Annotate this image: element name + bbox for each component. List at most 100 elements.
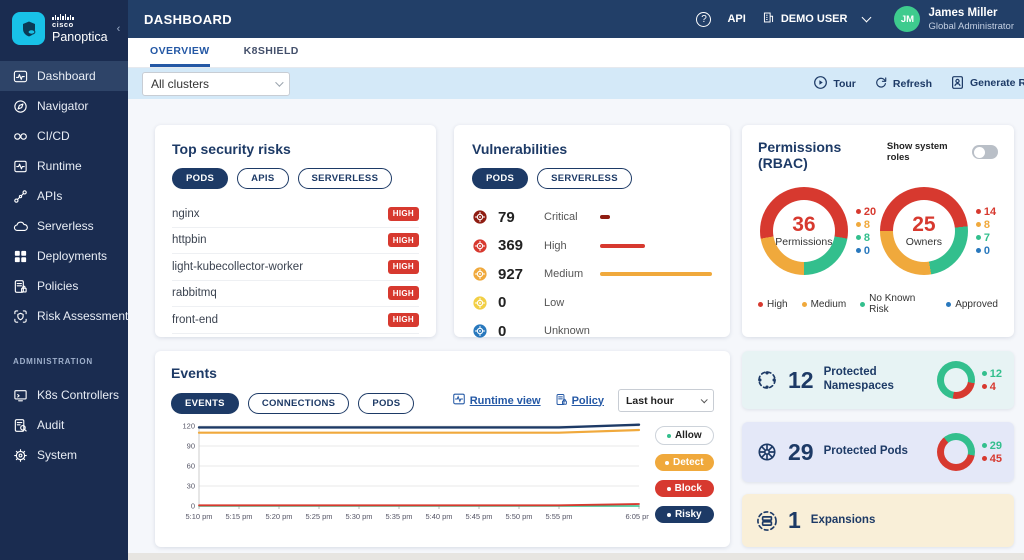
vulnerability-bar — [600, 272, 712, 277]
owners-donut-chart[interactable]: 25 Owners — [879, 187, 968, 275]
stat-value: 29 — [788, 438, 814, 465]
runtime-view-label: Runtime view — [469, 394, 541, 407]
sidebar-item-navigator[interactable]: Navigator — [0, 91, 128, 121]
risk-name: light-kubecollector-worker — [172, 260, 304, 273]
vulnerability-row[interactable]: 369 High — [472, 232, 712, 261]
events-legend-risky[interactable]: Risky — [655, 506, 714, 523]
sidebar-nav-admin: K8s Controllers Audit System — [0, 380, 128, 470]
sidebar-item-audit[interactable]: Audit — [0, 410, 128, 440]
legend-value: 8 — [855, 232, 876, 244]
vulns-tab-serverless[interactable]: SERVERLESS — [537, 168, 632, 189]
refresh-label: Refresh — [892, 77, 932, 90]
events-tab-connections[interactable]: CONNECTIONS — [247, 393, 350, 414]
events-line-chart: 0 30 60 90 120 5:10 pm 5:15 pm 5:20 pm 5:25 pm 5:… — [171, 418, 652, 535]
sidebar-item-label: Serverless — [37, 219, 94, 233]
tenant-selector[interactable]: DEMO USER — [762, 11, 875, 27]
policy-link[interactable]: Policy — [555, 393, 604, 409]
sidebar-nav: Dashboard Navigator CI/CD Runtime APIs Server… — [0, 61, 128, 331]
events-legend-block[interactable]: Block — [655, 480, 714, 497]
sidebar-item-deployments[interactable]: Deployments — [0, 241, 128, 271]
system-icon — [13, 448, 28, 463]
risk-row[interactable]: light-kubecollector-worker HIGH — [172, 254, 419, 281]
sidebar-item-label: Runtime — [37, 159, 82, 173]
risk-name: rabbitmq — [172, 287, 217, 300]
sidebar-item-label: System — [37, 448, 78, 462]
vulnerability-row[interactable]: 79 Critical — [472, 203, 712, 232]
tour-button[interactable]: Tour — [813, 75, 856, 93]
sidebar-item-label: CI/CD — [37, 129, 70, 143]
sidebar: cisco Panoptica ‹ Dashboard Navigator CI/C… — [0, 0, 128, 560]
vulnerability-count: 369 — [498, 237, 524, 255]
sidebar-item-label: Risk Assessment — [37, 309, 129, 323]
sidebar-item-ci-cd[interactable]: CI/CD — [0, 121, 128, 151]
tab-k8shield[interactable]: K8SHIELD — [244, 38, 299, 67]
sidebar-collapse-icon[interactable]: ‹ — [117, 23, 121, 35]
risk-name: nginx — [172, 207, 200, 220]
sidebar-item-system[interactable]: System — [0, 440, 128, 470]
audit-icon — [13, 418, 28, 433]
events-legend-allow[interactable]: Allow — [655, 426, 714, 445]
risks-tab-pods[interactable]: PODS — [172, 168, 229, 189]
runtime-view-link[interactable]: Runtime view — [452, 392, 541, 409]
user-menu[interactable]: JM James Miller Global Administrator — [890, 6, 1014, 32]
legend-item-approved: Approved — [946, 293, 998, 315]
risks-tab-serverless[interactable]: SERVERLESS — [297, 168, 393, 189]
svg-text:5:35 pm: 5:35 pm — [385, 512, 412, 521]
generate-report-button[interactable]: Generate Report — [950, 75, 1024, 93]
tab-overview[interactable]: OVERVIEW — [150, 38, 210, 67]
refresh-icon — [874, 75, 888, 92]
vulnerability-row[interactable]: 0 Unknown — [472, 317, 712, 346]
donut-label: Permissions — [775, 236, 833, 248]
sidebar-item-serverless[interactable]: Serverless — [0, 211, 128, 241]
stat-label: Protected Namespaces — [823, 366, 894, 392]
risk-row[interactable]: nginx HIGH — [172, 201, 419, 228]
legend-value: 12 — [981, 368, 1002, 380]
svg-text:5:50 pm: 5:50 pm — [505, 512, 532, 521]
legend-value: 4 — [981, 381, 1002, 393]
protected-namespaces-card[interactable]: 12 Protected Namespaces 12 4 — [742, 351, 1014, 409]
severity-badge: HIGH — [387, 312, 419, 327]
cisco-wordmark: cisco — [52, 20, 74, 29]
legend-value: 29 — [981, 440, 1002, 452]
risks-tab-apis[interactable]: APIS — [237, 168, 289, 189]
sidebar-item-policies[interactable]: Policies — [0, 271, 128, 301]
events-tab-events[interactable]: EVENTS — [171, 393, 239, 414]
refresh-button[interactable]: Refresh — [874, 75, 932, 92]
stat-label: Expansions — [810, 513, 876, 526]
legend-value: 0 — [855, 245, 876, 257]
events-legend-detect[interactable]: Detect — [655, 454, 714, 471]
risk-row[interactable]: rabbitmq HIGH — [172, 281, 419, 307]
vulnerability-label: Low — [544, 296, 565, 309]
sidebar-item-dashboard[interactable]: Dashboard — [0, 61, 128, 91]
svg-text:5:55 pm: 5:55 pm — [545, 512, 572, 521]
protected-pods-card[interactable]: 29 Protected Pods 29 45 — [742, 422, 1014, 482]
vulnerability-row[interactable]: 0 Low — [472, 289, 712, 318]
vulns-tab-pods[interactable]: PODS — [472, 168, 529, 189]
legend-item-no-known-risk: No Known Risk — [860, 293, 932, 315]
main-content: Top security risks PODS APIS SERVERLESS ng… — [128, 99, 1024, 553]
top-security-risks-card: Top security risks PODS APIS SERVERLESS ng… — [155, 125, 436, 337]
expansions-card[interactable]: 1 Expansions — [742, 494, 1014, 547]
sidebar-item-label: K8s Controllers — [37, 388, 120, 402]
risk-name: front-end — [172, 313, 219, 326]
sidebar-item-k8s-controllers[interactable]: K8s Controllers — [0, 380, 128, 410]
runtime-icon — [13, 159, 28, 174]
severity-badge: HIGH — [387, 233, 419, 248]
risk-row[interactable]: httpbin HIGH — [172, 228, 419, 254]
user-role: Global Administrator — [928, 20, 1014, 32]
play-circle-icon — [813, 75, 828, 93]
events-tab-pods[interactable]: PODS — [358, 393, 415, 414]
sidebar-item-apis[interactable]: APIs — [0, 181, 128, 211]
risk-row[interactable]: front-end HIGH — [172, 307, 419, 334]
vulnerability-row[interactable]: 927 Medium — [472, 260, 712, 289]
cluster-select[interactable]: All clusters — [142, 71, 290, 96]
permissions-donut-chart[interactable]: 36 Permissions — [759, 187, 848, 275]
time-range-select[interactable]: Last hour — [618, 389, 714, 412]
help-icon[interactable]: ? — [696, 11, 712, 27]
api-link[interactable]: API — [727, 13, 745, 25]
permissions-rbac-card: Permissions (RBAC) Show system roles 36 P… — [742, 125, 1014, 337]
show-system-roles-toggle[interactable] — [972, 145, 998, 159]
sidebar-item-risk-assessment[interactable]: Risk Assessment — [0, 301, 128, 331]
sidebar-item-runtime[interactable]: Runtime — [0, 151, 128, 181]
pods-wheel-icon — [756, 441, 778, 463]
